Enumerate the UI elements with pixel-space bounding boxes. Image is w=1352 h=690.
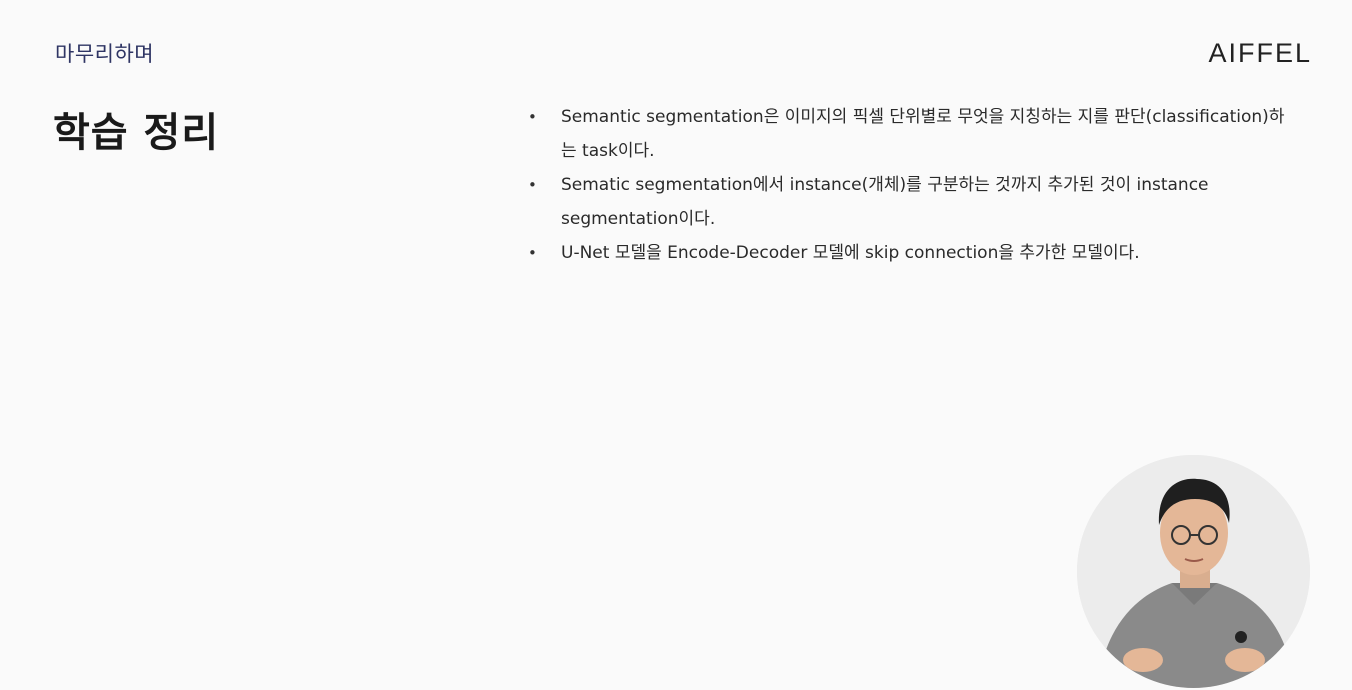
summary-item: Sematic segmentation에서 instance(개체)를 구분하… <box>528 168 1288 236</box>
summary-list: Semantic segmentation은 이미지의 픽셀 단위별로 무엇을 … <box>528 100 1288 270</box>
summary-item: U-Net 모델을 Encode-Decoder 모델에 skip connec… <box>528 236 1288 270</box>
presenter-video-icon <box>1077 455 1310 688</box>
summary-item: Semantic segmentation은 이미지의 픽셀 단위별로 무엇을 … <box>528 100 1288 168</box>
presenter-video <box>1077 455 1310 688</box>
section-label: 마무리하며 <box>55 42 155 66</box>
page-title: 학습 정리 <box>53 110 220 156</box>
aiffel-logo: AIFFEL <box>1208 38 1312 68</box>
